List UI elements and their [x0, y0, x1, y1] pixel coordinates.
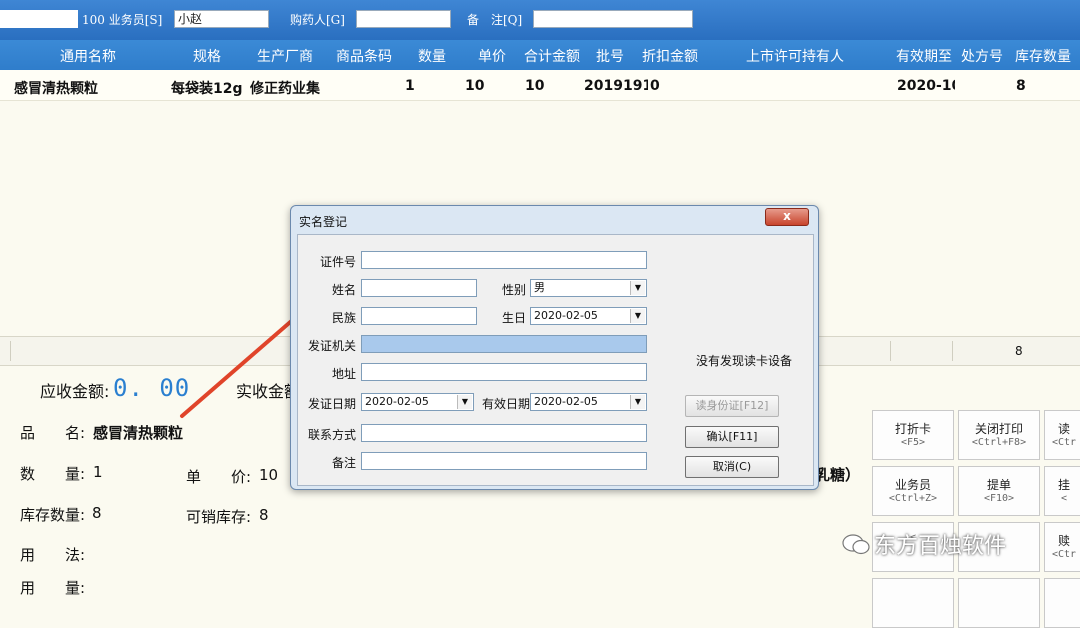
col-header[interactable]: 有效期至	[896, 46, 952, 66]
birth-label: 生日	[501, 311, 526, 325]
chevron-down-icon[interactable]: ▼	[630, 309, 645, 323]
usage-label: 用 法:	[20, 546, 86, 564]
note-label: 备 注[Q]	[467, 13, 523, 27]
table-header: 通用名称 规格 生产厂商 商品条码 数量 单价 合计金额 批号 折扣金额 上市许…	[0, 40, 1080, 70]
salesman-button[interactable]: 业务员 <Ctrl+Z>	[872, 466, 954, 516]
cancel-button[interactable]: 取消(C)	[685, 456, 779, 478]
chevron-down-icon[interactable]: ▼	[630, 281, 645, 295]
cell-price: 10	[465, 78, 485, 94]
product-label: 品 名:	[20, 424, 86, 442]
device-notice: 没有发现读卡设备	[696, 354, 793, 368]
table-row[interactable]: 感冒清热颗粒 每袋装12g 修正药业集 1 10 10 20191911 0 2…	[0, 70, 1080, 101]
authority-field[interactable]	[361, 335, 647, 353]
close-print-button[interactable]: 关闭打印 <Ctrl+F8>	[958, 410, 1040, 460]
col-header[interactable]: 单价	[478, 46, 506, 66]
cell-maker: 修正药业集	[250, 81, 320, 97]
address-field[interactable]	[361, 363, 647, 381]
hold-button[interactable]: 挂 <	[1044, 466, 1080, 516]
receivable-amount: 0. 00	[113, 374, 191, 402]
qty-label: 数 量:	[20, 465, 86, 483]
col-header[interactable]: 通用名称	[60, 46, 116, 66]
confirm-button[interactable]: 确认[F11]	[685, 426, 779, 448]
ethnic-label: 民族	[331, 311, 356, 325]
id-field[interactable]	[361, 251, 647, 269]
key-button[interactable]	[1044, 578, 1080, 628]
buyer-label: 购药人[G]	[290, 13, 345, 27]
chevron-down-icon[interactable]: ▼	[457, 395, 472, 409]
dosage-label: 用 量:	[20, 579, 86, 597]
divider	[10, 341, 11, 361]
buyer-input[interactable]	[356, 10, 451, 28]
partial-text: 乳糖）	[815, 466, 861, 484]
cell-spec: 每袋装12g	[171, 81, 243, 97]
sellable-label: 可销库存:	[186, 508, 252, 526]
stock-value: 8	[92, 504, 102, 522]
divider	[952, 341, 953, 361]
read-id-button[interactable]: 读身份证[F12]	[685, 395, 779, 417]
dialog-title: 实名登记	[299, 215, 348, 229]
sellable-value: 8	[259, 506, 269, 524]
id-label: 证件号	[319, 255, 356, 269]
product-value: 感冒清热颗粒	[93, 424, 184, 442]
issue-date-label: 发证日期	[307, 397, 356, 411]
note-input[interactable]	[533, 10, 693, 28]
dialog-body: 证件号 姓名 性别 男 ▼ 民族 生日 2020-02-05 ▼ 发证机关 地址 发…	[297, 234, 814, 486]
receivable-label: 应收金额:	[40, 382, 110, 401]
remark-label: 备注	[331, 456, 356, 470]
realname-dialog: 实名登记 x 证件号 姓名 性别 男 ▼ 民族 生日 2020-02-05 ▼ 发证…	[290, 205, 819, 490]
cell-qty: 1	[405, 78, 415, 94]
left-blank-field[interactable]	[0, 10, 78, 28]
cell-expiry: 2020-10	[897, 78, 955, 94]
take-order-button[interactable]: 提单 <F10>	[958, 466, 1040, 516]
discount-card-button[interactable]: 打折卡 <F5>	[872, 410, 954, 460]
gender-label: 性别	[501, 283, 526, 297]
col-header[interactable]: 生产厂商	[257, 46, 313, 66]
col-header[interactable]: 上市许可持有人	[746, 46, 844, 66]
seller-input[interactable]: 小赵	[174, 10, 269, 28]
name-label: 姓名	[331, 283, 356, 297]
cell-total: 10	[525, 78, 545, 94]
birth-date-picker[interactable]: 2020-02-05 ▼	[530, 307, 647, 325]
chevron-down-icon[interactable]: ▼	[630, 395, 645, 409]
gender-select[interactable]: 男 ▼	[530, 279, 647, 297]
cell-name: 感冒清热颗粒	[14, 81, 98, 97]
valid-date-label: 有效日期	[481, 397, 530, 411]
col-header[interactable]: 库存数量	[1015, 46, 1071, 66]
remark-field[interactable]	[361, 452, 647, 470]
price-label: 单 价:	[186, 468, 252, 486]
watermark-text: 东方百烛软件	[874, 534, 1007, 559]
issue-date-picker[interactable]: 2020-02-05 ▼	[361, 393, 474, 411]
wechat-icon	[842, 534, 870, 555]
contact-label: 联系方式	[307, 428, 356, 442]
address-label: 地址	[331, 367, 356, 381]
stock-total: 8	[1015, 344, 1023, 358]
redeem-button[interactable]: 赎 <Ctr	[1044, 522, 1080, 572]
divider	[890, 341, 891, 361]
col-header[interactable]: 折扣金额	[642, 46, 698, 66]
contact-field[interactable]	[361, 424, 647, 442]
col-header[interactable]: 处方号	[961, 46, 1003, 66]
cell-batch: 20191911	[584, 78, 648, 94]
cell-discount: 0	[650, 78, 660, 94]
stock-label: 库存数量:	[20, 506, 86, 524]
name-field[interactable]	[361, 279, 477, 297]
close-icon[interactable]: x	[765, 208, 809, 226]
qty-value: 1	[93, 463, 103, 481]
col-header[interactable]: 批号	[596, 46, 624, 66]
key-button[interactable]	[958, 578, 1040, 628]
authority-label: 发证机关	[307, 339, 356, 353]
price-value: 10	[259, 466, 279, 484]
top-toolbar: 100 业务员[S] 小赵 购药人[G] 备 注[Q]	[0, 0, 1080, 40]
key-button[interactable]	[872, 578, 954, 628]
col-header[interactable]: 商品条码	[336, 46, 392, 66]
seller-label: 100 业务员[S]	[82, 13, 163, 27]
read-button[interactable]: 读 <Ctr	[1044, 410, 1080, 460]
cell-stock: 8	[1016, 78, 1026, 94]
col-header[interactable]: 规格	[193, 46, 221, 66]
valid-date-picker[interactable]: 2020-02-05 ▼	[530, 393, 647, 411]
col-header[interactable]: 数量	[418, 46, 446, 66]
ethnic-field[interactable]	[361, 307, 477, 325]
col-header[interactable]: 合计金额	[524, 46, 580, 66]
